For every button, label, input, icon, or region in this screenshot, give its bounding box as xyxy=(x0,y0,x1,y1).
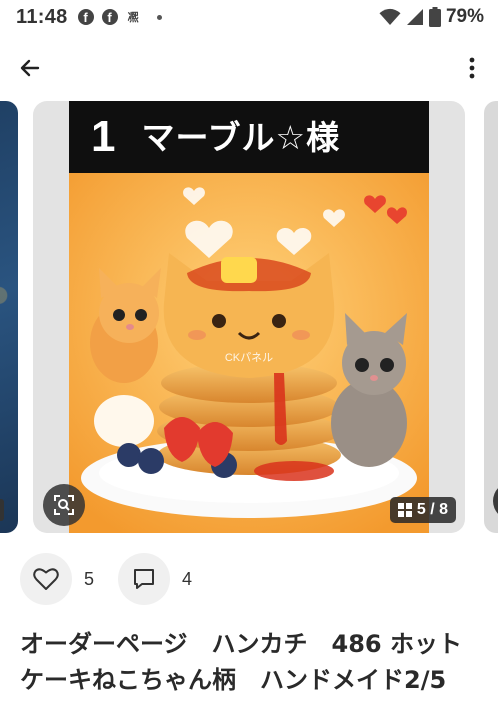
battery-icon xyxy=(428,7,441,27)
heart-icon xyxy=(33,568,59,590)
news-app-icon: 凞 xyxy=(127,11,139,24)
comment-icon xyxy=(134,569,155,589)
app-bar xyxy=(0,44,498,90)
battery-level: 79% xyxy=(445,6,484,27)
back-button[interactable] xyxy=(14,52,46,84)
like-count: 5 xyxy=(84,568,95,589)
image-carousel[interactable]: 1 マーブル☆様 CKパネル 5 / 8 xyxy=(0,101,498,533)
comment-count: 4 xyxy=(182,568,193,589)
visual-search-button[interactable] xyxy=(43,484,85,526)
title-banner: 1 マーブル☆様 xyxy=(69,101,429,173)
facebook-icon: f xyxy=(77,9,94,25)
banner-number: 1 xyxy=(91,112,116,161)
banner-text: マーブル☆様 xyxy=(141,117,341,157)
image-counter: 5 / 8 xyxy=(389,497,456,523)
facebook-icon: f xyxy=(101,9,118,25)
arrow-left-icon xyxy=(20,59,40,77)
more-notifications-icon xyxy=(156,14,162,20)
more-vertical-icon xyxy=(469,57,475,79)
notification-icons: f f 凞 xyxy=(77,9,162,25)
signal-icon xyxy=(406,9,423,25)
reactions-bar: 5 4 xyxy=(20,553,216,605)
watermark: CKパネル xyxy=(225,351,273,364)
next-card-lens-icon xyxy=(493,482,498,520)
like-button[interactable] xyxy=(20,553,72,605)
wifi-icon xyxy=(379,8,401,25)
next-image-card[interactable] xyxy=(484,101,498,533)
product-image: 1 マーブル☆様 CKパネル xyxy=(69,101,429,533)
lens-search-icon xyxy=(54,495,74,515)
status-bar: 11:48 f f 凞 79% xyxy=(0,0,498,34)
comment-button[interactable] xyxy=(118,553,171,605)
pancake-cats-illustration: CKパネル xyxy=(69,173,429,533)
product-title: オーダーページ ハンカチ 486 ホットケーキねこちゃん柄 ハンドメイド2/5 xyxy=(20,630,462,694)
more-options-button[interactable] xyxy=(460,52,484,84)
grid-icon xyxy=(397,503,412,517)
previous-image-card[interactable] xyxy=(0,101,18,533)
system-icons: 79% xyxy=(379,6,484,28)
image-counter-text: 5 / 8 xyxy=(416,501,448,518)
status-time: 11:48 xyxy=(16,5,68,28)
current-image-card[interactable]: 1 マーブル☆様 CKパネル 5 / 8 xyxy=(33,101,465,533)
previous-counter-badge xyxy=(0,499,4,521)
